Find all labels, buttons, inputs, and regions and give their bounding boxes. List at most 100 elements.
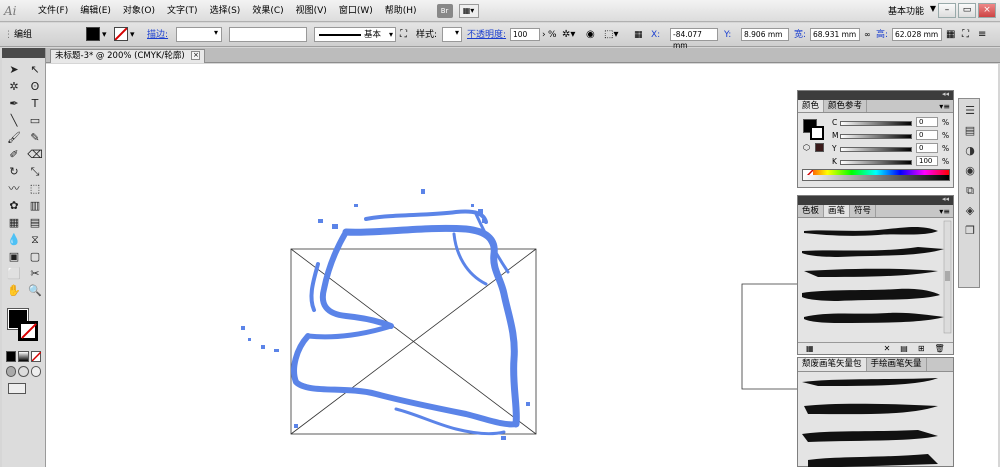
tab-color[interactable]: 颜色 [798,100,825,112]
link-constrain-icon[interactable]: ∞ [864,27,871,43]
width-label[interactable]: 宽: [794,27,806,43]
mesh-icon[interactable]: ▦ [4,215,24,231]
artboards-panel-icon[interactable]: ❐ [961,223,979,239]
menu-help[interactable]: 帮助(H) [379,0,423,22]
y-label[interactable]: Y: [724,27,731,43]
menu-select[interactable]: 选择(S) [204,0,247,22]
reference-point-icon[interactable]: ▦ [634,27,643,43]
rotate-icon[interactable]: ↻ [4,164,24,180]
tab-hand-drawn-brush-pack[interactable]: 手绘画笔矢量 [867,358,927,371]
brush-library-icon[interactable]: ▦ [806,343,814,354]
gradient-mode-icon[interactable] [18,351,29,362]
height-label[interactable]: 高: [876,27,888,43]
lasso-icon[interactable]: ʘ [25,79,45,95]
magic-wand-icon[interactable]: ✲ [4,79,24,95]
expand-icon[interactable]: ⛶ [400,27,407,43]
color-mode-icon[interactable] [6,351,17,362]
menu-type[interactable]: 文字(T) [161,0,204,22]
panel-menu-icon[interactable]: ≡ [978,27,986,43]
collapse-icon[interactable]: ◂◂ [942,195,949,203]
panel-menu-icon[interactable]: ▾≡ [939,205,953,217]
color-spectrum-bar[interactable] [802,169,950,181]
screen-mode-icon[interactable] [2,379,45,398]
draw-behind-icon[interactable] [18,366,29,377]
opacity-link[interactable]: 不透明度: [467,27,506,43]
gradient-icon[interactable]: ▤ [25,215,45,231]
brush-library-list[interactable] [798,372,953,467]
stroke-panel-icon[interactable]: ☰ [961,103,979,119]
brush-list[interactable] [798,219,953,343]
rectangle-icon[interactable]: ▭ [25,113,45,129]
align-icon[interactable]: ⬚▾ [604,27,618,43]
chevron-down-icon[interactable]: ▼ [930,4,936,13]
bridge-button[interactable]: Br [436,3,453,18]
direct-selection-icon[interactable]: ↖ [25,62,45,78]
chevron-right-icon[interactable]: › [542,27,546,43]
none-mode-icon[interactable] [30,351,41,362]
color-panel-header[interactable]: ◂◂ [798,90,953,100]
gamut-swatch[interactable] [815,143,824,152]
scale-icon[interactable]: ⤡ [25,164,45,180]
zoom-icon[interactable]: 🔍 [25,283,45,299]
tab-swatches[interactable]: 色板 [798,205,825,217]
remove-stroke-icon[interactable]: ✕ [884,343,891,354]
graphic-style-dropdown[interactable]: ▾ [442,27,462,42]
close-button[interactable]: × [978,3,996,18]
pen-icon[interactable]: ✒ [4,96,24,112]
blob-brush-icon[interactable]: ✐ [4,147,24,163]
stroke-link[interactable]: 描边: [147,27,168,43]
transparency-panel-icon[interactable]: ◑ [961,143,979,159]
brush-options-icon[interactable]: ▤ [900,343,908,354]
close-icon[interactable]: × [191,51,201,60]
tools-panel-header[interactable] [2,48,45,58]
tab-symbols[interactable]: 符号 [850,205,877,217]
column-graph-icon[interactable]: ▥ [25,198,45,214]
gradient-panel-icon[interactable]: ▤ [961,123,979,139]
live-paint-select-icon[interactable]: ▢ [25,249,45,265]
recolor-icon[interactable]: ✲▾ [562,27,575,43]
x-position-input[interactable]: -84.077 mm [670,28,718,50]
appearance-panel-icon[interactable]: ◉ [961,163,979,179]
eraser-icon[interactable]: ⌫ [25,147,45,163]
width-input[interactable]: 68.931 mm [810,28,860,41]
minimize-button[interactable]: – [938,3,956,18]
paintbrush-icon[interactable]: 🖌 [4,130,24,146]
expand-icon[interactable]: ⛶ [962,27,969,43]
brushes-panel-header[interactable]: ◂◂ [798,195,953,205]
stroke-color-box[interactable] [18,321,38,341]
hand-icon[interactable]: ✋ [4,283,24,299]
selected-brush-strokes[interactable] [291,209,520,436]
tab-color-guide[interactable]: 颜色参考 [824,100,868,112]
stroke-weight-dropdown[interactable]: ▾ [176,27,222,42]
out-of-gamut-icon[interactable]: ⬡ [803,143,810,152]
menu-object[interactable]: 对象(O) [117,0,161,22]
x-label[interactable]: X: [651,27,660,43]
chevron-down-icon[interactable]: ▾ [102,27,107,43]
menu-view[interactable]: 视图(V) [290,0,333,22]
isolate-group-icon[interactable]: ◉ [586,27,595,43]
menu-edit[interactable]: 编辑(E) [74,0,117,22]
stroke-swatch[interactable] [114,27,128,41]
draw-inside-icon[interactable] [30,366,41,377]
panel-menu-icon[interactable]: ▾≡ [939,100,953,112]
opacity-input[interactable]: 100 [510,28,540,41]
line-icon[interactable]: ╲ [4,113,24,129]
type-icon[interactable]: T [25,96,45,112]
slice-icon[interactable]: ✂ [25,266,45,282]
tab-grunge-brush-pack[interactable]: 颓废画笔矢量包 [798,358,867,371]
layers-panel-icon[interactable]: ◈ [961,203,979,219]
fill-swatch[interactable] [86,27,100,41]
graphic-styles-panel-icon[interactable]: ⧉ [961,183,979,199]
delete-brush-icon[interactable]: 🗑 [935,343,945,354]
collapse-icon[interactable]: ◂◂ [942,90,949,98]
brush-definition-dropdown[interactable]: 基本 ▾ [314,27,396,42]
warp-icon[interactable]: 〰 [4,181,24,197]
document-tab[interactable]: 未标题-3* @ 200% (CMYK/轮廓) × [50,49,206,63]
free-transform-icon[interactable]: ⬚ [25,181,45,197]
variable-width-dropdown[interactable] [229,27,307,42]
workspace-switcher[interactable]: 基本功能 [888,4,924,17]
second-object-outline[interactable] [741,283,798,390]
chevron-down-icon[interactable]: ▾ [130,27,135,43]
selection-icon[interactable]: ➤ [4,62,24,78]
pencil-icon[interactable]: ✎ [25,130,45,146]
